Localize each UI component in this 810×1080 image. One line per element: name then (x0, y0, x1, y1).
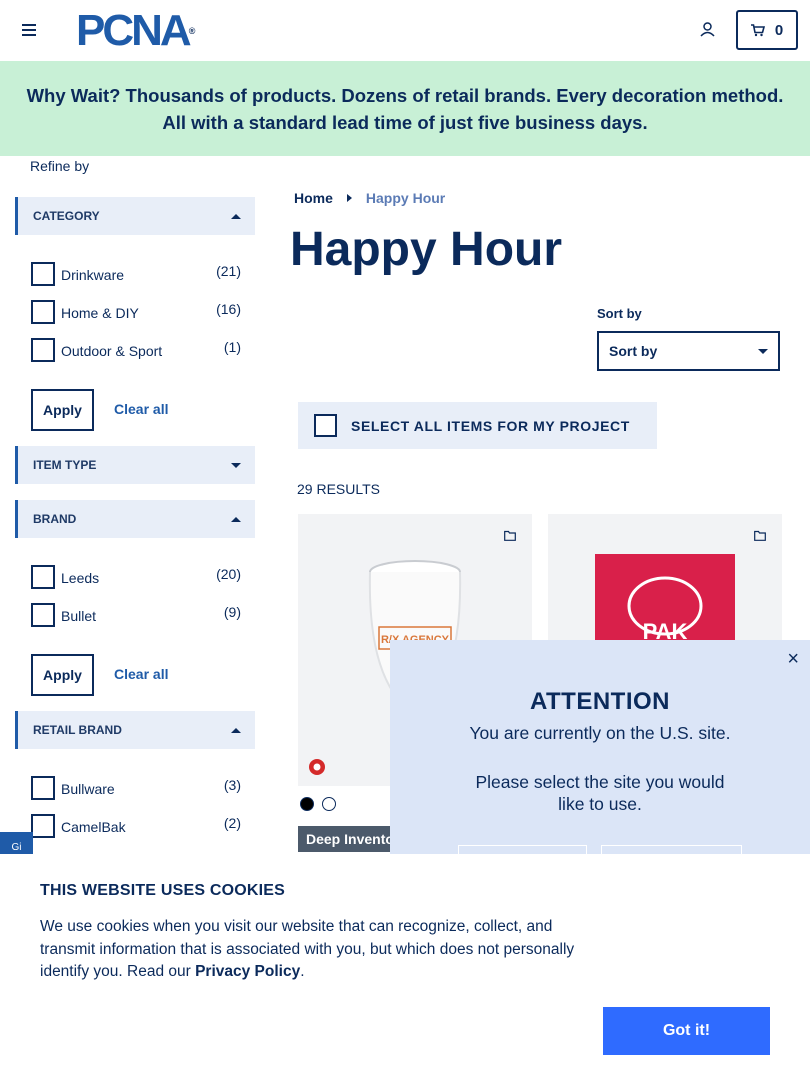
category-apply-button[interactable]: Apply (31, 389, 94, 431)
logo-registered-mark: ® (188, 26, 196, 36)
site-header: PCNA® 0 (0, 0, 810, 61)
cart-icon (750, 23, 765, 36)
facet-category-header[interactable]: CATEGORY (15, 197, 255, 235)
privacy-policy-link[interactable]: Privacy Policy (195, 963, 300, 980)
option-label: Home & DIY (61, 305, 139, 321)
refine-by-label: Refine by (30, 158, 90, 174)
category-clear-all-link[interactable]: Clear all (114, 401, 168, 417)
option-count: (3) (223, 777, 241, 793)
brand-apply-button[interactable]: Apply (31, 654, 94, 696)
cookie-consent-bar: THIS WEBSITE USES COOKIES We use cookies… (0, 854, 810, 1080)
breadcrumb-current: Happy Hour (365, 190, 446, 206)
promo-banner: Why Wait? Thousands of products. Dozens … (0, 61, 810, 156)
select-all-checkbox[interactable] (314, 414, 337, 437)
facet-option-home-diy: Home & DIY (16) (31, 300, 241, 326)
facet-option-bullware: Bullware (3) (31, 776, 241, 802)
checkbox[interactable] (31, 603, 55, 627)
breadcrumb-arrow-icon (346, 194, 352, 202)
sort-dropdown[interactable]: Sort by (597, 331, 780, 371)
facet-title: RETAIL BRAND (33, 723, 122, 737)
facet-option-camelbak: CamelBak (2) (31, 814, 241, 840)
checkbox[interactable] (31, 300, 55, 324)
breadcrumb-home-link[interactable]: Home (294, 190, 333, 206)
option-label: Bullware (61, 781, 115, 797)
page: PCNA® 0 Why Wait? Thousands of products.… (0, 0, 810, 1080)
breadcrumb: Home Happy Hour (294, 190, 445, 206)
option-count: (2) (223, 815, 241, 831)
cookie-message-text: We use cookies when you visit our websit… (40, 918, 575, 980)
expand-arrow-icon (231, 462, 241, 468)
sort-selected-value: Sort by (609, 343, 658, 359)
select-all-items-button[interactable]: SELECT ALL ITEMS FOR MY PROJECT (298, 402, 657, 449)
facet-option-outdoor-sport: Outdoor & Sport (1) (31, 338, 241, 364)
facet-title: ITEM TYPE (33, 458, 97, 472)
facet-option-leeds: Leeds (20) (31, 565, 241, 591)
color-swatches (300, 797, 336, 811)
promo-text: Why Wait? Thousands of products. Dozens … (26, 84, 784, 133)
option-count: (1) (223, 339, 241, 355)
swatch-black[interactable] (300, 797, 314, 811)
pcna-logo[interactable]: PCNA® (76, 9, 196, 53)
option-label: Drinkware (61, 267, 125, 283)
cart-button[interactable]: 0 (736, 10, 798, 50)
option-label: CamelBak (61, 819, 126, 835)
deep-inventory-badge: Deep Invento (298, 826, 402, 852)
cookie-message: We use cookies when you visit our websit… (40, 916, 610, 984)
cookie-title: THIS WEBSITE USES COOKIES (40, 882, 286, 899)
facet-retail-brand-header[interactable]: RETAIL BRAND (15, 711, 255, 749)
got-it-button[interactable]: Got it! (603, 1007, 770, 1055)
cookie-message-period: . (300, 963, 305, 980)
facet-title: CATEGORY (33, 209, 100, 223)
brand-clear-all-link[interactable]: Clear all (114, 666, 168, 682)
collapse-arrow-icon (231, 727, 241, 733)
swatch-white[interactable] (322, 797, 336, 811)
checkbox[interactable] (31, 338, 55, 362)
results-count: 29 RESULTS (297, 481, 380, 497)
page-title: Happy Hour (290, 223, 563, 276)
facet-item-type-header[interactable]: ITEM TYPE (15, 446, 255, 484)
facet-option-drinkware: Drinkware (21) (31, 262, 241, 288)
sort-label: Sort by (597, 306, 642, 321)
collapse-arrow-icon (231, 213, 241, 219)
cart-count: 0 (774, 21, 784, 39)
modal-title: ATTENTION (529, 688, 671, 715)
add-to-project-icon[interactable] (504, 530, 516, 541)
facet-title: BRAND (33, 512, 77, 526)
modal-message: You are currently on the U.S. site. (469, 723, 731, 743)
chevron-down-icon (758, 348, 768, 354)
select-all-label: SELECT ALL ITEMS FOR MY PROJECT (351, 417, 630, 434)
account-icon[interactable] (699, 21, 716, 38)
logo-text: PCNA (76, 6, 192, 55)
option-count: (9) (223, 604, 241, 620)
side-tab-text: Gi (11, 842, 22, 853)
option-label: Leeds (61, 570, 100, 586)
checkbox[interactable] (31, 565, 55, 589)
collapse-arrow-icon (231, 516, 241, 522)
option-label: Bullet (61, 608, 97, 624)
modal-instruction: Please select the site you would like to… (475, 772, 725, 814)
checkbox[interactable] (31, 262, 55, 286)
hamburger-menu-icon[interactable] (22, 24, 36, 36)
option-count: (16) (216, 301, 241, 317)
close-icon[interactable]: × (787, 648, 799, 671)
option-label: Outdoor & Sport (61, 343, 163, 359)
facet-brand-header[interactable]: BRAND (15, 500, 255, 538)
checkbox[interactable] (31, 814, 55, 838)
option-count: (21) (216, 263, 241, 279)
add-to-project-icon[interactable] (754, 530, 766, 541)
checkbox[interactable] (31, 776, 55, 800)
option-count: (20) (216, 566, 241, 582)
facet-option-bullet: Bullet (9) (31, 603, 241, 629)
